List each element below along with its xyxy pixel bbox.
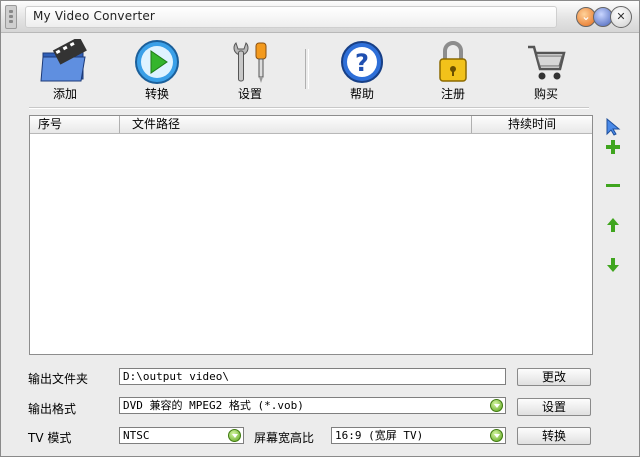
toolbar-help-label: 帮助 [349, 87, 374, 101]
move-up-button[interactable] [604, 216, 622, 234]
toolbar-separator [305, 49, 309, 89]
move-down-button[interactable] [604, 256, 622, 274]
grip-handle[interactable] [5, 5, 17, 29]
toolbar-settings-label: 设置 [237, 87, 262, 101]
play-icon [135, 40, 179, 84]
output-folder-label: 输出文件夹 [28, 372, 89, 386]
close-button[interactable]: ✕ [610, 6, 632, 28]
select-pointer-button[interactable] [604, 117, 622, 136]
add-folder-icon [40, 39, 87, 82]
lock-icon [439, 41, 467, 82]
tools-icon [233, 42, 267, 83]
cursor-icon [606, 117, 621, 136]
remove-file-button[interactable] [604, 177, 622, 195]
cart-icon [528, 45, 566, 80]
remove-icon [606, 184, 620, 187]
dropdown-arrow-icon[interactable] [490, 429, 503, 442]
add-file-button[interactable] [604, 138, 622, 156]
add-icon [606, 140, 620, 154]
column-header-file-path[interactable]: 文件路径 [120, 116, 472, 133]
toolbar-help-button[interactable]: ? 帮助 [330, 39, 394, 103]
toolbar-settings-button[interactable]: 设置 [218, 39, 282, 103]
toolbar-convert-label: 转换 [144, 87, 169, 101]
aspect-ratio-value: 16:9 (宽屏 TV) [335, 429, 424, 442]
toolbar-register-button[interactable]: 注册 [421, 39, 485, 103]
svg-text:?: ? [355, 49, 369, 77]
toolbar-buy-button[interactable]: 购买 [514, 39, 578, 103]
column-header-duration[interactable]: 持续时间 [472, 116, 592, 133]
aspect-ratio-label: 屏幕宽高比 [254, 431, 315, 445]
move-up-icon [607, 218, 619, 232]
column-header-index[interactable]: 序号 [30, 116, 120, 133]
help-icon: ? [341, 41, 383, 83]
move-down-icon [607, 258, 619, 272]
title-bar[interactable]: My Video Converter ⌄ ✕ [1, 1, 639, 33]
toolbar-divider [29, 107, 589, 109]
tv-mode-value: NTSC [123, 429, 150, 442]
output-format-select[interactable]: DVD 兼容的 MPEG2 格式 (*.vob) [119, 397, 506, 414]
toolbar-buy-label: 购买 [533, 87, 558, 101]
file-list[interactable]: 序号 文件路径 持续时间 [29, 115, 593, 355]
format-settings-button[interactable]: 设置 [517, 398, 591, 416]
toolbar-add-button[interactable]: 添加 [33, 39, 97, 103]
change-folder-button[interactable]: 更改 [517, 368, 591, 386]
tv-mode-select[interactable]: NTSC [119, 427, 244, 444]
output-format-value: DVD 兼容的 MPEG2 格式 (*.vob) [123, 399, 304, 412]
toolbar-add-label: 添加 [52, 87, 77, 101]
output-format-label: 输出格式 [28, 402, 77, 416]
window-title: My Video Converter [33, 9, 156, 23]
close-icon: ✕ [616, 10, 626, 23]
dropdown-arrow-icon[interactable] [228, 429, 241, 442]
toolbar-convert-button[interactable]: 转换 [125, 39, 189, 103]
output-folder-field[interactable]: D:\output video\ [119, 368, 506, 385]
file-list-header: 序号 文件路径 持续时间 [30, 116, 592, 134]
aspect-ratio-select[interactable]: 16:9 (宽屏 TV) [331, 427, 506, 444]
toolbar-register-label: 注册 [440, 87, 465, 101]
dropdown-arrow-icon[interactable] [490, 399, 503, 412]
convert-button[interactable]: 转换 [517, 427, 591, 445]
app-window: My Video Converter ⌄ ✕ 添加 转换 设置 ? 帮助 注册 … [0, 0, 640, 457]
tv-mode-label: TV 模式 [28, 431, 72, 445]
